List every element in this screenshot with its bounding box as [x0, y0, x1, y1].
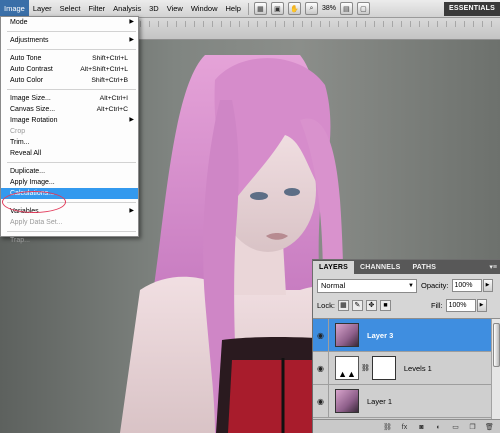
lock-fill-row: Lock: ▦ ✎ ✥ ■ Fill: 100% ▶: [317, 298, 497, 312]
layer-style-fx-icon[interactable]: fx: [399, 422, 410, 433]
menu-item-reveal-all[interactable]: Reveal All: [1, 148, 138, 159]
opacity-slider-arrow-icon[interactable]: ▶: [482, 279, 493, 292]
lock-all-icon[interactable]: ■: [379, 299, 391, 311]
menu-item-trap: Trap...: [10, 237, 30, 244]
menu-item-apply-data-set: Apply Data Set...: [10, 219, 63, 226]
workspace-switcher[interactable]: ESSENTIALS: [444, 2, 500, 16]
bridge-icon[interactable]: ▦: [253, 2, 267, 15]
link-layers-icon[interactable]: ⛓: [382, 422, 393, 433]
fill-slider-arrow-icon[interactable]: ▶: [476, 298, 487, 312]
minibridge-icon[interactable]: ▣: [270, 2, 284, 15]
menu-item-adjustments[interactable]: Adjustments ▶: [1, 35, 138, 46]
menu-item-duplicate[interactable]: Duplicate...: [1, 166, 138, 177]
hand-tool-icon[interactable]: ✋: [287, 2, 301, 15]
layer-thumbnail: [335, 323, 359, 347]
menu-separator: [7, 89, 136, 90]
menu-3d[interactable]: 3D: [145, 0, 163, 18]
menu-item-auto-tone[interactable]: Auto Tone Shift+Ctrl+L: [1, 53, 138, 64]
submenu-arrow-icon: ▶: [129, 19, 134, 25]
menu-item-image-size[interactable]: Image Size... Alt+Ctrl+I: [1, 93, 138, 104]
opacity-field[interactable]: 100%: [451, 279, 482, 292]
tab-layers[interactable]: LAYERS: [313, 261, 354, 274]
eye-icon[interactable]: ◉: [313, 319, 329, 352]
new-layer-icon[interactable]: ❐: [467, 422, 478, 433]
menu-window[interactable]: Window: [187, 0, 222, 18]
adjustment-layer-icon[interactable]: ◐: [433, 422, 444, 433]
levels-adjustment-icon[interactable]: ▲▲: [335, 356, 359, 380]
layer-thumbnail: [335, 389, 359, 413]
layer-row-layer-3[interactable]: ◉ Layer 3: [313, 319, 500, 352]
blend-opacity-row: Normal ▼ Opacity: 100% ▶: [317, 278, 497, 293]
link-chain-icon: ⛓: [361, 365, 370, 372]
layers-panel-footer: ⛓ fx ◙ ◐ ▭ ❐ 🗑: [313, 419, 500, 433]
menu-image[interactable]: Image: [0, 0, 29, 18]
menu-filter[interactable]: Filter: [84, 0, 109, 18]
menu-separator: [7, 202, 136, 203]
menu-item-variables[interactable]: Variables ▶: [1, 206, 138, 217]
menu-separator: [7, 231, 136, 232]
scrollbar-thumb[interactable]: [493, 323, 500, 367]
layer-row-levels-1[interactable]: ◉ ▲▲ ⛓ Levels 1: [313, 351, 500, 385]
fill-field[interactable]: 100%: [445, 298, 476, 312]
screen-mode-icon[interactable]: ▢: [356, 2, 370, 15]
panel-menu-icon[interactable]: ▾≡: [489, 263, 497, 271]
zoom-level[interactable]: 38%: [320, 5, 338, 12]
menu-item-auto-contrast[interactable]: Auto Contrast Alt+Shift+Ctrl+L: [1, 64, 138, 75]
blend-mode-select[interactable]: Normal ▼: [317, 278, 417, 293]
submenu-arrow-icon: ▶: [129, 117, 134, 123]
tab-paths[interactable]: PATHS: [406, 261, 442, 274]
menu-separator: [7, 49, 136, 50]
new-group-icon[interactable]: ▭: [450, 422, 461, 433]
layer-name[interactable]: Levels 1: [404, 364, 432, 373]
menu-item-auto-color[interactable]: Auto Color Shift+Ctrl+B: [1, 75, 138, 86]
menu-item-mode[interactable]: Mode ▶: [1, 17, 138, 28]
layer-name[interactable]: Layer 1: [367, 397, 392, 406]
menu-item-image-rotation[interactable]: Image Rotation ▶: [1, 115, 138, 126]
menu-separator: [7, 162, 136, 163]
trash-icon[interactable]: 🗑: [484, 422, 495, 433]
dropdown-arrow-icon: ▼: [408, 282, 414, 289]
menu-help[interactable]: Help: [222, 0, 245, 18]
panel-tab-bar: LAYERS CHANNELS PATHS ▾≡: [313, 260, 500, 274]
zoom-tool-icon[interactable]: ⌕: [304, 2, 318, 15]
menu-item-calculations[interactable]: Calculations...: [1, 188, 138, 199]
lock-transparent-icon[interactable]: ▦: [337, 299, 349, 311]
opacity-label: Opacity:: [421, 281, 449, 290]
toolbar-separator: [247, 2, 249, 15]
menu-view[interactable]: View: [163, 0, 187, 18]
layer-name[interactable]: Layer 3: [367, 331, 393, 340]
submenu-arrow-icon: ▶: [129, 208, 134, 214]
layer-row-layer-1[interactable]: ◉ Layer 1: [313, 384, 500, 418]
eye-icon[interactable]: ◉: [313, 351, 329, 385]
lock-image-icon[interactable]: ✎: [351, 299, 363, 311]
ruler: [140, 21, 500, 27]
menu-layer[interactable]: Layer: [29, 0, 56, 18]
layers-panel: LAYERS CHANNELS PATHS ▾≡ Normal ▼ Opacit…: [312, 259, 500, 433]
add-mask-icon[interactable]: ◙: [416, 422, 427, 433]
submenu-arrow-icon: ▶: [129, 37, 134, 43]
menu-separator: [7, 31, 136, 32]
menu-item-crop: Crop: [10, 128, 26, 135]
lock-label: Lock:: [317, 300, 335, 310]
fill-label: Fill:: [430, 300, 443, 310]
menu-item-apply-image[interactable]: Apply Image...: [1, 177, 138, 188]
menu-analysis[interactable]: Analysis: [109, 0, 145, 18]
menu-select[interactable]: Select: [56, 0, 85, 18]
menu-item-canvas-size[interactable]: Canvas Size... Alt+Ctrl+C: [1, 104, 138, 115]
arrange-documents-icon[interactable]: ▤: [339, 2, 353, 15]
tab-channels[interactable]: CHANNELS: [354, 261, 407, 274]
lock-position-icon[interactable]: ✥: [365, 299, 377, 311]
layers-scrollbar[interactable]: [491, 319, 500, 419]
menu-item-trim[interactable]: Trim...: [1, 137, 138, 148]
layer-mask-thumbnail[interactable]: [371, 356, 396, 380]
image-menu-dropdown: Mode ▶ Adjustments ▶ Auto Tone Shift+Ctrl+L…: [0, 16, 139, 244]
layers-list: ◉ Layer 3 ◉ ▲▲ ⛓ Levels 1 ◉ Layer 1: [313, 318, 500, 419]
eye-icon[interactable]: ◉: [313, 384, 329, 418]
